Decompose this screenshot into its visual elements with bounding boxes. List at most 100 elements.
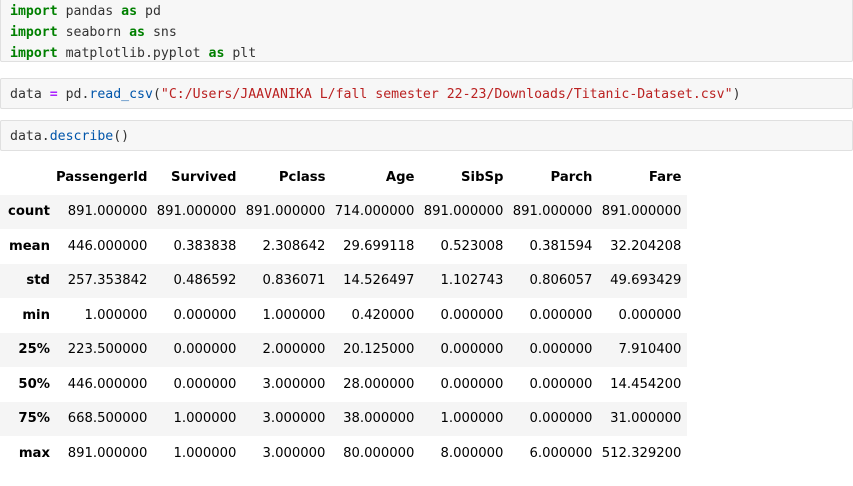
column-header: Parch bbox=[550, 169, 593, 185]
table-cell: 0.000000 bbox=[173, 376, 237, 392]
table-cell: 891.000000 bbox=[601, 204, 682, 220]
table-cell: 3.000000 bbox=[262, 445, 326, 461]
keyword: as bbox=[129, 25, 145, 40]
table-cell: 446.000000 bbox=[67, 238, 148, 254]
table-row: count 891.000000 891.000000 891.000000 714.0… bbox=[0, 194, 688, 229]
args: () bbox=[113, 129, 130, 144]
string-literal: "C:/Users/JAAVANIKA L/fall semester 22-2… bbox=[160, 87, 733, 102]
paren: ) bbox=[732, 87, 741, 102]
table-cell: 7.910400 bbox=[618, 342, 682, 358]
table-cell: 0.000000 bbox=[529, 376, 593, 392]
table-cell: 891.000000 bbox=[156, 204, 237, 220]
table-cell: 223.500000 bbox=[67, 342, 148, 358]
module-name: seaborn bbox=[57, 25, 130, 40]
row-label: count bbox=[8, 204, 50, 220]
table-cell: 0.000000 bbox=[173, 307, 237, 323]
code-line: data = pd.read_csv("C:/Users/JAAVANIKA L… bbox=[10, 79, 852, 110]
table-row: 50% 446.000000 0.000000 3.000000 28.000000 0.… bbox=[0, 367, 687, 402]
table-cell: 0.383838 bbox=[173, 238, 237, 254]
table-cell: 714.000000 bbox=[334, 204, 415, 220]
table-cell: 0.000000 bbox=[440, 376, 504, 392]
table-cell: 668.500000 bbox=[67, 411, 148, 427]
table-cell: 28.000000 bbox=[343, 376, 415, 392]
code-cell-read-csv[interactable]: data = pd.read_csv("C:/Users/JAAVANIKA L… bbox=[0, 78, 853, 109]
table-cell: 0.486592 bbox=[173, 273, 237, 289]
index-header bbox=[0, 160, 56, 195]
row-label: 25% bbox=[18, 342, 50, 358]
variable: data bbox=[10, 87, 50, 102]
row-label: std bbox=[26, 273, 50, 289]
alias: plt bbox=[224, 46, 257, 61]
column-header: Survived bbox=[170, 169, 237, 185]
table-cell: 0.000000 bbox=[529, 342, 593, 358]
row-label: 50% bbox=[18, 376, 50, 392]
table-cell: 0.000000 bbox=[529, 411, 593, 427]
table-cell: 446.000000 bbox=[67, 376, 148, 392]
column-header: Pclass bbox=[278, 169, 326, 185]
code-cell-describe[interactable]: data.describe() bbox=[0, 120, 853, 151]
table-cell: 49.693429 bbox=[610, 273, 682, 289]
column-header: Age bbox=[385, 169, 415, 185]
table-cell: 0.000000 bbox=[173, 342, 237, 358]
code-line: data.describe() bbox=[10, 121, 852, 152]
table-cell: 0.000000 bbox=[440, 342, 504, 358]
keyword: as bbox=[121, 4, 138, 19]
table-cell: 1.000000 bbox=[440, 411, 504, 427]
keyword: import bbox=[10, 25, 58, 40]
table-cell: 29.699118 bbox=[343, 238, 415, 254]
alias: sns bbox=[145, 25, 177, 40]
module-name: pandas bbox=[57, 4, 122, 19]
table-cell: 0.000000 bbox=[618, 307, 682, 323]
function-name: read_csv bbox=[89, 87, 153, 102]
table-cell: 0.836071 bbox=[262, 273, 326, 289]
table-cell: 38.000000 bbox=[343, 411, 415, 427]
table-cell: 891.000000 bbox=[423, 204, 504, 220]
keyword: as bbox=[208, 46, 225, 61]
table-cell: 80.000000 bbox=[343, 445, 415, 461]
object: pd. bbox=[57, 87, 90, 102]
table-cell: 0.000000 bbox=[529, 307, 593, 323]
table-cell: 1.102743 bbox=[440, 273, 504, 289]
table-cell: 3.000000 bbox=[262, 376, 326, 392]
table-cell: 1.000000 bbox=[84, 307, 148, 323]
row-label: mean bbox=[8, 238, 50, 254]
object: data. bbox=[10, 129, 50, 144]
table-cell: 0.000000 bbox=[440, 307, 504, 323]
table-cell: 14.526497 bbox=[343, 273, 415, 289]
table-cell: 891.000000 bbox=[67, 445, 148, 461]
code-line: import matplotlib.pyplot as plt bbox=[10, 43, 852, 64]
table-cell: 2.308642 bbox=[262, 238, 326, 254]
table-header-row: PassengerId Survived Pclass Age SibSp Pa… bbox=[0, 160, 687, 195]
code-line: import seaborn as sns bbox=[10, 22, 852, 43]
column-header: PassengerId bbox=[55, 169, 148, 185]
table-cell: 2.000000 bbox=[262, 342, 326, 358]
table-cell: 20.125000 bbox=[343, 342, 415, 358]
code-line: import pandas as pd bbox=[10, 1, 852, 22]
table-cell: 8.000000 bbox=[440, 445, 504, 461]
table-cell: 1.000000 bbox=[173, 411, 237, 427]
table-cell: 0.420000 bbox=[351, 307, 415, 323]
keyword: import bbox=[10, 46, 58, 61]
table-cell: 6.000000 bbox=[529, 445, 593, 461]
paren: ( bbox=[152, 87, 161, 102]
module-name: matplotlib.pyplot bbox=[57, 46, 209, 61]
row-label: min bbox=[22, 307, 50, 323]
table-cell: 14.454200 bbox=[610, 376, 682, 392]
column-header: Fare bbox=[648, 169, 682, 185]
table-row: std 257.353842 0.486592 0.836071 14.526497 1.… bbox=[0, 263, 688, 298]
table-cell: 891.000000 bbox=[512, 204, 593, 220]
function-name: describe bbox=[49, 129, 114, 144]
table-cell: 0.523008 bbox=[440, 238, 504, 254]
code-cell-imports[interactable]: import pandas as pd import seaborn as sn… bbox=[0, 0, 853, 62]
table-cell: 1.000000 bbox=[262, 307, 326, 323]
alias: pd bbox=[137, 4, 161, 19]
table-row: 25% 223.500000 0.000000 2.000000 20.125000 0.… bbox=[0, 332, 688, 367]
describe-output-table: PassengerId Survived Pclass Age SibSp Pa… bbox=[0, 160, 688, 471]
table-cell: 257.353842 bbox=[67, 273, 148, 289]
table-row: 75% 668.500000 1.000000 3.000000 38.000000 1.… bbox=[0, 401, 688, 436]
row-label: max bbox=[18, 445, 50, 461]
table-cell: 0.381594 bbox=[529, 238, 593, 254]
table-cell: 1.000000 bbox=[173, 445, 237, 461]
keyword: import bbox=[10, 4, 58, 19]
row-label: 75% bbox=[18, 411, 50, 427]
